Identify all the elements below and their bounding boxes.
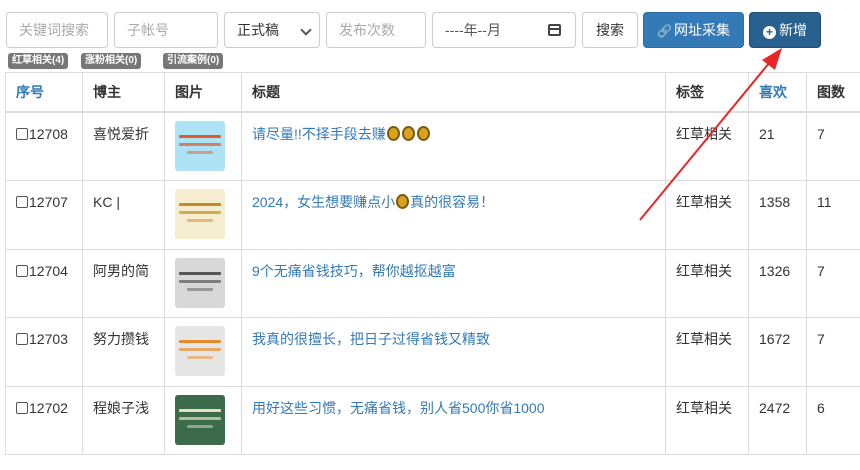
cell-title: 用好这些习惯，无痛省钱，别人省500你省1000 (241, 385, 666, 455)
post-title-link[interactable]: 请尽量!!不择手段去赚 (252, 126, 431, 142)
row-id: 12702 (29, 399, 68, 416)
gold-medal-icon (401, 126, 415, 141)
cell-pics: 7 (806, 317, 860, 387)
status-select-value: 正式稿 (237, 22, 279, 38)
subaccount-input[interactable] (114, 12, 218, 48)
cell-likes: 1358 (748, 180, 807, 250)
cell-tag: 红草相关 (665, 180, 749, 250)
cell-author: 阿男的简 (82, 248, 165, 318)
cell-id: 12704 (5, 248, 83, 318)
add-new-button[interactable]: + 新增 (749, 12, 821, 48)
cell-tag: 红草相关 (665, 111, 749, 181)
gold-medal-icon (386, 126, 400, 141)
header-id[interactable]: 序号 (5, 72, 83, 113)
month-picker-value: ----年--月 (445, 22, 501, 38)
row-checkbox[interactable] (16, 128, 28, 140)
row-checkbox[interactable] (16, 333, 28, 345)
cell-tag: 红草相关 (665, 317, 749, 387)
status-select[interactable]: 正式稿 (224, 12, 320, 48)
cell-likes: 1326 (748, 248, 807, 318)
plus-circle-icon: + (763, 26, 776, 39)
tag-red-grass[interactable]: 红草相关(4) (8, 53, 69, 69)
cell-image (164, 317, 242, 387)
cell-likes: 21 (748, 111, 807, 181)
cell-title: 9个无痛省钱技巧，帮你越抠越富 (241, 248, 666, 318)
cell-image (164, 385, 242, 455)
month-picker[interactable]: ----年--月 (432, 12, 576, 48)
post-title-link[interactable]: 用好这些习惯，无痛省钱，别人省500你省1000 (252, 400, 545, 416)
gold-medal-icon (416, 126, 430, 141)
link-icon: 🔗 (657, 24, 672, 38)
cell-pics: 7 (806, 111, 860, 181)
cell-title: 2024，女生想要赚点小 真的很容易！ (241, 180, 666, 250)
cell-tag: 红草相关 (665, 385, 749, 455)
header-author: 博主 (82, 72, 165, 113)
row-id: 12708 (29, 126, 68, 142)
post-thumbnail[interactable] (175, 121, 225, 171)
cell-tag: 红草相关 (665, 248, 749, 318)
row-checkbox[interactable] (16, 264, 28, 277)
cell-likes: 1672 (748, 317, 807, 387)
table-row: 12708 喜悦爱折 请尽量!!不择手段去赚 红草相关 21 7 (5, 111, 860, 181)
post-thumbnail[interactable] (175, 394, 225, 445)
cell-pics: 7 (806, 248, 860, 318)
cell-title: 我真的很擅长，把日子过得省钱又精致 (241, 317, 666, 387)
publish-count-input[interactable] (326, 12, 426, 48)
post-title-link[interactable]: 2024，女生想要赚点小 真的很容易！ (252, 194, 494, 210)
row-checkbox[interactable] (16, 196, 28, 208)
search-button[interactable]: 搜索 (582, 12, 638, 48)
post-title-link[interactable]: 9个无痛省钱技巧，帮你越抠越富 (252, 263, 456, 279)
post-thumbnail[interactable] (175, 257, 225, 308)
row-checkbox[interactable] (16, 401, 28, 414)
table-row: 12707 KC | 2024，女生想要赚点小 真的很容易！ 红草相关 1358 11 (5, 180, 860, 250)
table-row: 12702 程娘子浅 用好这些习惯，无痛省钱，别人省500你省1000 红草相关 247… (5, 385, 860, 455)
cell-pics: 6 (806, 385, 860, 455)
add-new-label: 新增 (779, 22, 807, 38)
header-image: 图片 (164, 72, 242, 113)
tag-traffic-cases[interactable]: 引流案例(0) (163, 53, 224, 69)
cell-title: 请尽量!!不择手段去赚 (241, 111, 666, 181)
row-id: 12703 (29, 331, 68, 347)
cell-id: 12703 (5, 317, 83, 387)
header-title: 标题 (241, 72, 666, 113)
cell-image (164, 248, 242, 318)
search-button-label: 搜索 (596, 22, 624, 38)
gold-medal-icon (396, 194, 410, 209)
cell-id: 12707 (5, 180, 83, 250)
post-title-link[interactable]: 我真的很擅长，把日子过得省钱又精致 (252, 331, 490, 347)
header-tag: 标签 (665, 72, 749, 113)
table-row: 12703 努力攒钱 我真的很擅长，把日子过得省钱又精致 红草相关 1672 7 (5, 317, 860, 387)
row-id: 12704 (29, 262, 68, 279)
cell-author: 喜悦爱折 (82, 111, 165, 181)
cell-image (164, 180, 242, 250)
url-collect-button[interactable]: 🔗 网址采集 (643, 12, 744, 48)
post-thumbnail[interactable] (175, 189, 225, 239)
filter-toolbar: 正式稿 ----年--月 搜索 🔗网址采集 +新增 (6, 12, 856, 50)
header-pics: 图数 (806, 72, 860, 113)
cell-id: 12708 (5, 111, 83, 181)
cell-likes: 2472 (748, 385, 807, 455)
posts-table: 序号 博主 图片 标题 标签 喜欢 图数 12708 喜悦爱折 请尽量!!不择手段去… (5, 72, 860, 455)
url-collect-label: 网址采集 (673, 22, 730, 38)
tag-follower-growth[interactable]: 涨粉相关(0) (81, 53, 142, 69)
table-row: 12704 阿男的简 9个无痛省钱技巧，帮你越抠越富 红草相关 1326 7 (5, 248, 860, 318)
cell-id: 12702 (5, 385, 83, 455)
table-header-row: 序号 博主 图片 标题 标签 喜欢 图数 (5, 72, 860, 113)
calendar-icon[interactable] (548, 24, 561, 36)
keyword-search-input[interactable] (6, 12, 108, 48)
cell-author: KC | (82, 180, 165, 250)
cell-author: 程娘子浅 (82, 385, 165, 455)
chevron-down-icon (300, 24, 312, 36)
header-likes[interactable]: 喜欢 (748, 72, 807, 113)
cell-author: 努力攒钱 (82, 317, 165, 387)
row-id: 12707 (29, 194, 68, 210)
cell-pics: 11 (806, 180, 860, 250)
post-thumbnail[interactable] (175, 326, 225, 376)
cell-image (164, 111, 242, 181)
